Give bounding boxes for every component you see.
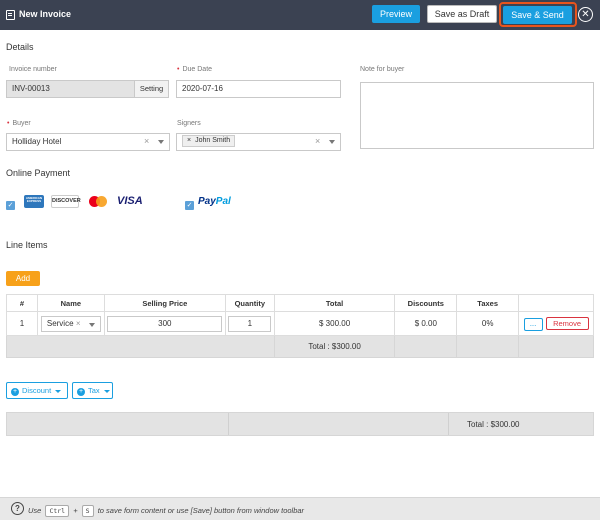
table-header: # Name Selling Price Quantity Total Disc…	[6, 294, 594, 312]
row-tax: 0%	[456, 311, 520, 336]
invoice-setting-button[interactable]: Setting	[134, 80, 169, 98]
status-hint: Use Ctrl + S to save form content or use…	[28, 505, 305, 517]
close-icon[interactable]: ✕	[578, 7, 593, 22]
preview-button[interactable]: Preview	[372, 5, 420, 23]
details-title: Details	[6, 42, 34, 52]
status-bar: ? Use Ctrl + S to save form content or u…	[0, 497, 600, 520]
invoice-number-label: Invoice number	[9, 66, 57, 73]
s-key: S	[81, 505, 94, 517]
discount-dropdown[interactable]: + Discount	[6, 382, 68, 399]
column-header: Taxes	[456, 294, 520, 312]
chevron-down-icon	[103, 389, 110, 393]
item-clear-icon[interactable]: ×	[76, 317, 81, 331]
column-header: Discounts	[394, 294, 458, 312]
amex-logo: AMERICAN EXPRESS	[24, 195, 44, 208]
selling-price-input[interactable]: 300	[107, 315, 223, 332]
plus-icon: +	[77, 388, 85, 396]
due-date-field[interactable]: 2020-07-16	[176, 80, 341, 98]
cards-checkbox[interactable]: ✓	[6, 201, 15, 210]
buyer-chevron-down-icon[interactable]	[158, 140, 164, 144]
column-header: Name	[36, 294, 105, 312]
signers-chevron-down-icon[interactable]	[329, 140, 335, 144]
item-name-value: Service	[46, 318, 74, 328]
item-chevron-down-icon[interactable]	[88, 322, 95, 327]
note-textarea[interactable]	[360, 82, 594, 149]
line-items-title: Line Items	[6, 240, 48, 250]
column-header	[518, 294, 594, 312]
summary-bar: Total : $300.00	[6, 412, 594, 436]
due-date-label: Due Date	[177, 66, 212, 73]
buyer-clear-icon[interactable]: ×	[144, 136, 149, 146]
column-header: #	[6, 294, 38, 312]
signer-tag: × John Smith	[182, 135, 236, 147]
quantity-input[interactable]: 1	[228, 315, 272, 332]
discover-logo: DISCOVER	[51, 195, 81, 208]
invoice-number-field: INV-00013	[6, 80, 135, 98]
plus-icon: +	[11, 388, 19, 396]
online-payment-title: Online Payment	[6, 168, 71, 178]
note-label: Note for buyer	[360, 66, 405, 73]
signers-clear-icon[interactable]: ×	[315, 136, 320, 146]
paypal-logo: PayPal	[198, 196, 231, 207]
row-total: $ 300.00	[273, 311, 396, 336]
buyer-value: Holliday Hotel	[12, 137, 62, 146]
column-header: Quantity	[224, 294, 275, 312]
tax-dropdown[interactable]: + Tax	[72, 382, 113, 399]
signer-remove-icon[interactable]: ×	[187, 137, 191, 144]
ctrl-key: Ctrl	[45, 505, 70, 517]
chevron-down-icon	[55, 389, 62, 393]
visa-logo: VISA	[117, 195, 143, 207]
add-line-button[interactable]: Add	[6, 271, 40, 286]
divider	[228, 413, 229, 435]
grand-total: Total : $300.00	[467, 420, 520, 429]
column-header: Total	[273, 294, 396, 312]
table-row: 1 Service × 300 1 $ 300.00 $ 0.00 0% ...…	[6, 311, 594, 336]
signers-label: Signers	[177, 120, 201, 127]
row-remove-button[interactable]: Remove	[545, 316, 589, 330]
line-items-total-row: Total : $300.00	[6, 335, 594, 358]
invoice-icon	[6, 10, 15, 20]
save-draft-button[interactable]: Save as Draft	[427, 5, 497, 23]
buyer-label: Buyer	[7, 120, 30, 127]
column-header: Selling Price	[103, 294, 226, 312]
divider	[448, 413, 449, 435]
row-index: 1	[6, 311, 38, 336]
help-icon[interactable]: ?	[11, 502, 24, 515]
row-discount: $ 0.00	[394, 311, 458, 336]
item-name-select[interactable]: Service ×	[40, 315, 101, 332]
signer-tag-label: John Smith	[195, 137, 231, 144]
mastercard-logo	[87, 195, 109, 208]
line-items-total: Total : $300.00	[273, 335, 396, 358]
save-send-button[interactable]: Save & Send	[503, 6, 572, 24]
line-items-table: # Name Selling Price Quantity Total Disc…	[6, 294, 594, 358]
paypal-checkbox[interactable]: ✓	[185, 201, 194, 210]
row-more-button[interactable]: ...	[523, 317, 543, 331]
window-title: New Invoice	[19, 9, 72, 19]
